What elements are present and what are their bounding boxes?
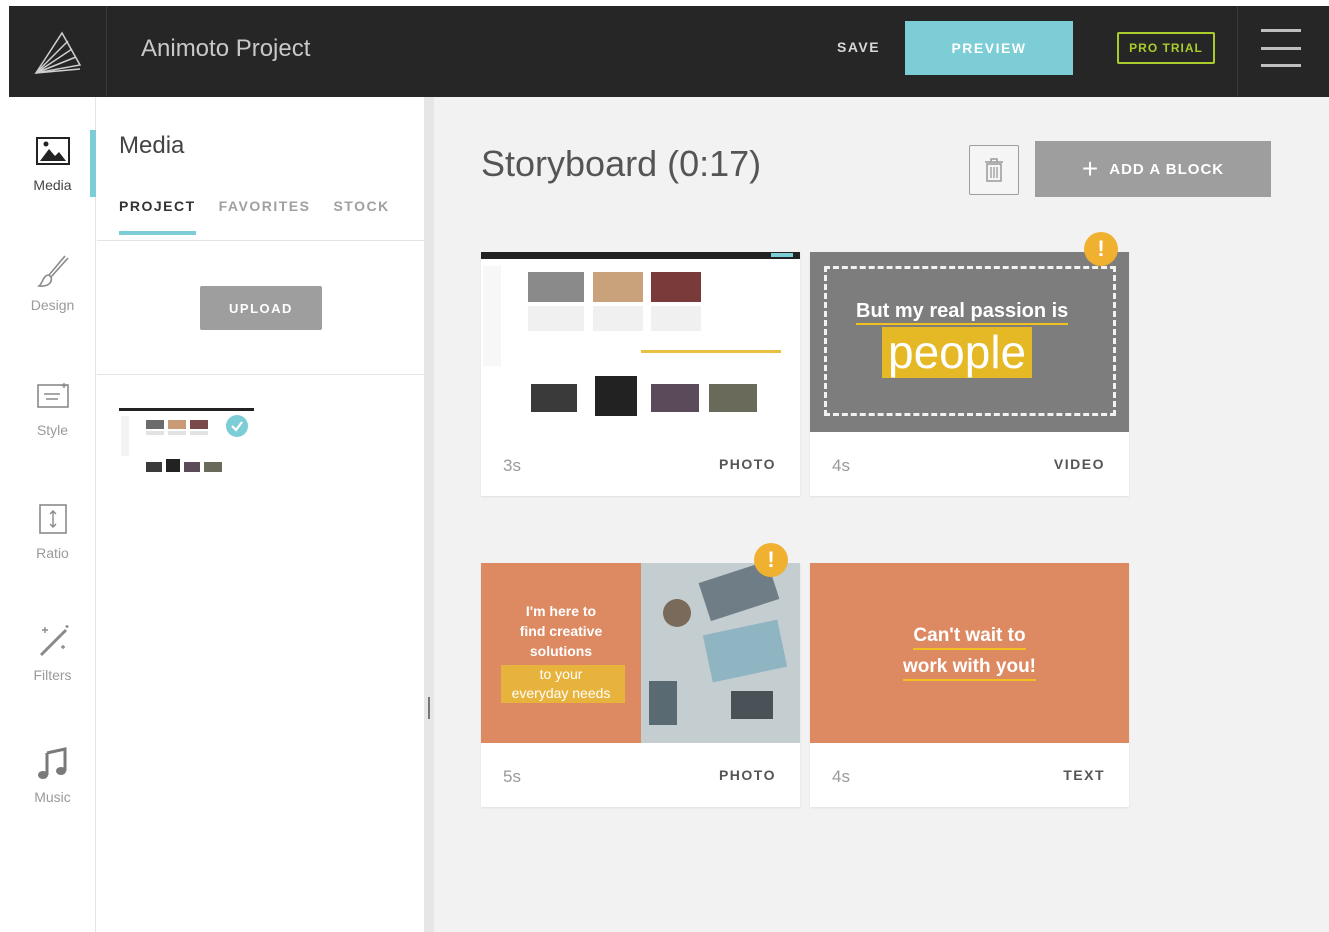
storyboard-card[interactable]: I'm here to find creative solutions to y… — [481, 563, 800, 807]
panel-title: Media — [119, 132, 185, 159]
storyboard-card[interactable]: But my real passion is people 4s VIDEO — [810, 252, 1129, 496]
aspect-ratio-icon — [38, 504, 67, 534]
nav-label: Design — [30, 297, 75, 313]
magic-wand-icon — [39, 625, 68, 657]
brush-icon — [36, 255, 69, 287]
card-media — [481, 252, 800, 432]
trash-icon — [985, 158, 1003, 182]
save-button[interactable]: SAVE — [837, 39, 880, 55]
upload-divider — [97, 374, 424, 375]
resize-handle[interactable] — [428, 697, 430, 719]
selected-check-icon — [226, 415, 248, 437]
top-bar: Animoto Project SAVE PREVIEW PRO TRIAL — [9, 6, 1329, 97]
tab-favorites[interactable]: FAVORITES — [219, 198, 311, 235]
text-style-icon — [36, 383, 69, 408]
card-media: I'm here to find creative solutions to y… — [481, 563, 800, 743]
card-media: But my real passion is people — [810, 252, 1129, 432]
preview-button[interactable]: PREVIEW — [905, 21, 1073, 75]
upload-button[interactable]: UPLOAD — [200, 286, 322, 330]
card-text-line: Can't wait to — [810, 625, 1129, 650]
card-type: PHOTO — [718, 767, 776, 783]
card-text-line: work with you! — [810, 656, 1129, 681]
nav-item-filters[interactable]: Filters — [9, 623, 96, 713]
hamburger-bar — [1261, 29, 1301, 32]
project-title[interactable]: Animoto Project — [141, 35, 310, 63]
card-photo — [641, 563, 800, 743]
card-duration: 4s — [832, 456, 850, 475]
left-nav: Media Design Style Ratio Filters Music — [9, 97, 96, 932]
nav-item-music[interactable]: Music — [9, 745, 96, 835]
media-tabs: PROJECT FAVORITES STOCK — [119, 198, 413, 235]
hamburger-bar — [1261, 46, 1301, 50]
panel-divider[interactable] — [424, 97, 434, 932]
card-text-line: But my real passion is — [856, 300, 1069, 325]
nav-item-ratio[interactable]: Ratio — [9, 501, 96, 591]
nav-item-style[interactable]: Style — [9, 378, 96, 468]
nav-label: Ratio — [36, 545, 69, 561]
storyboard-title: Storyboard (0:17) — [481, 143, 762, 184]
add-block-label: ADD A BLOCK — [1109, 160, 1225, 178]
delete-button[interactable] — [969, 145, 1019, 195]
card-highlight-line: to your — [539, 666, 583, 682]
nav-label: Music — [34, 789, 71, 805]
card-text-highlight: people — [882, 327, 1033, 378]
card-type: VIDEO — [1053, 456, 1105, 472]
card-duration: 4s — [832, 767, 850, 786]
card-type: PHOTO — [718, 456, 776, 472]
card-text-span: Can't wait to — [913, 625, 1026, 650]
nav-label: Filters — [33, 667, 72, 683]
card-duration: 5s — [503, 767, 521, 786]
card-duration: 3s — [503, 456, 521, 475]
warning-icon[interactable]: ! — [1084, 232, 1118, 266]
tab-stock[interactable]: STOCK — [333, 198, 389, 235]
warning-icon[interactable]: ! — [754, 543, 788, 577]
menu-separator — [1237, 6, 1238, 97]
card-text-line: find creative — [519, 623, 603, 639]
storyboard-card[interactable]: 3s PHOTO — [481, 252, 800, 496]
nav-item-media[interactable]: Media — [9, 133, 96, 223]
music-note-icon — [37, 747, 66, 779]
media-panel: Media PROJECT FAVORITES STOCK UPLOAD — [97, 97, 424, 932]
card-highlight-line: everyday needs — [511, 685, 611, 701]
storyboard-card[interactable]: Can't wait to work with you! 4s TEXT — [810, 563, 1129, 807]
nav-label: Media — [33, 177, 72, 193]
image-icon — [35, 137, 70, 165]
card-text-line: solutions — [529, 643, 593, 659]
storyboard-area: Storyboard (0:17) + ADD A BLOCK 3s PHOTO… — [434, 97, 1329, 932]
hamburger-menu-icon[interactable] — [1261, 29, 1301, 67]
pro-trial-badge[interactable]: PRO TRIAL — [1117, 32, 1215, 64]
nav-item-design[interactable]: Design — [9, 253, 96, 343]
tabs-divider — [97, 240, 424, 241]
nav-label: Style — [36, 422, 69, 438]
card-text-line: I'm here to — [525, 603, 597, 619]
plus-icon: + — [1081, 153, 1100, 184]
add-block-button[interactable]: + ADD A BLOCK — [1035, 141, 1271, 197]
hamburger-bar — [1261, 64, 1301, 67]
card-media: Can't wait to work with you! — [810, 563, 1129, 743]
tab-project[interactable]: PROJECT — [119, 198, 196, 235]
card-type: TEXT — [1063, 767, 1105, 783]
card-text-span: work with you! — [903, 656, 1036, 681]
animoto-logo-icon[interactable] — [9, 6, 107, 97]
